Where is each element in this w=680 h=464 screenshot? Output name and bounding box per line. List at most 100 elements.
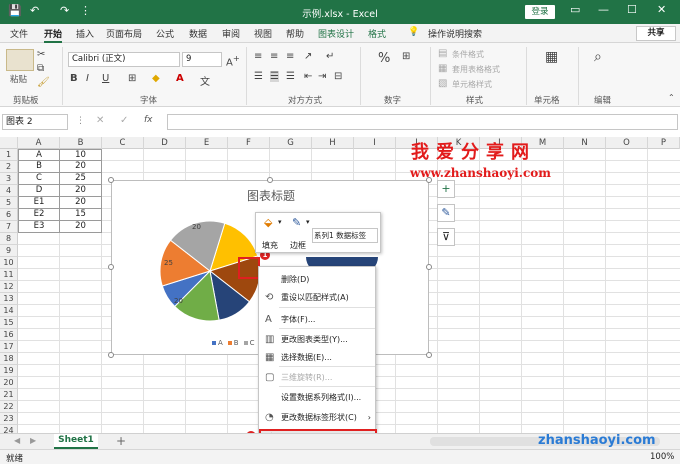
resize-handle[interactable] bbox=[108, 264, 114, 270]
legend-entry[interactable]: C bbox=[243, 339, 255, 347]
underline-icon[interactable]: U bbox=[102, 73, 109, 84]
align-top-icon[interactable]: ≡ bbox=[254, 51, 262, 62]
cancel-icon[interactable]: ✕ bbox=[96, 115, 104, 126]
row-header[interactable]: 20 bbox=[0, 377, 18, 389]
font-size-select[interactable]: 9 bbox=[182, 52, 222, 67]
indent-decrease-icon[interactable]: ⇤ bbox=[304, 71, 312, 82]
table-cell[interactable]: A bbox=[18, 149, 60, 161]
chart-elements-button[interactable]: + bbox=[437, 180, 455, 198]
minimize-icon[interactable]: — bbox=[598, 3, 609, 16]
row-header[interactable]: 5 bbox=[0, 197, 18, 209]
column-header[interactable]: B bbox=[60, 137, 102, 149]
prev-sheet-icon[interactable]: ◀ bbox=[14, 436, 20, 445]
column-header[interactable]: E bbox=[186, 137, 228, 149]
collapse-ribbon-icon[interactable]: ⌃ bbox=[668, 93, 675, 102]
menu-item[interactable]: 设置数据系列格式(I)... bbox=[259, 389, 377, 407]
menu-item[interactable]: ▦ 选择数据(E)... bbox=[259, 349, 377, 367]
tab-review[interactable]: 审阅 bbox=[222, 27, 240, 40]
row-header[interactable]: 6 bbox=[0, 209, 18, 221]
column-header[interactable]: C bbox=[102, 137, 144, 149]
tell-me-search[interactable]: 操作说明搜索 bbox=[428, 27, 482, 40]
table-cell[interactable]: 10 bbox=[60, 149, 102, 161]
chart-legend[interactable]: A B C bbox=[212, 339, 260, 347]
table-cell[interactable]: E1 bbox=[18, 197, 60, 209]
menu-item[interactable]: A 字体(F)... bbox=[259, 311, 377, 329]
select-all-corner[interactable] bbox=[0, 137, 18, 149]
column-header[interactable]: N bbox=[564, 137, 606, 149]
percent-icon[interactable]: % bbox=[378, 51, 390, 66]
fill-color-icon[interactable]: ◆ bbox=[152, 73, 160, 84]
chevron-down-icon[interactable]: ▾ bbox=[278, 218, 282, 226]
column-header[interactable]: I bbox=[354, 137, 396, 149]
tab-view[interactable]: 视图 bbox=[254, 27, 272, 40]
cells-icon[interactable]: ▦ bbox=[545, 49, 558, 65]
row-header[interactable]: 16 bbox=[0, 329, 18, 341]
next-sheet-icon[interactable]: ▶ bbox=[30, 436, 36, 445]
resize-handle[interactable] bbox=[426, 352, 432, 358]
resize-handle[interactable] bbox=[108, 177, 114, 183]
find-icon[interactable]: ⌕ bbox=[594, 49, 602, 65]
resize-handle[interactable] bbox=[267, 177, 273, 183]
formula-input[interactable] bbox=[167, 114, 678, 130]
border-button[interactable]: 边框 bbox=[290, 240, 306, 251]
table-cell[interactable]: B bbox=[18, 161, 60, 173]
table-cell[interactable]: 15 bbox=[60, 209, 102, 221]
row-header[interactable]: 15 bbox=[0, 317, 18, 329]
column-header[interactable]: P bbox=[648, 137, 680, 149]
menu-item[interactable]: 删除(D) bbox=[259, 271, 377, 289]
table-cell[interactable]: 20 bbox=[60, 221, 102, 233]
tab-formulas[interactable]: 公式 bbox=[156, 27, 174, 40]
column-header[interactable]: D bbox=[144, 137, 186, 149]
add-sheet-icon[interactable]: + bbox=[116, 434, 126, 448]
menu-item[interactable]: ◔ 更改数据标签形状(C) › bbox=[259, 409, 377, 427]
close-icon[interactable]: ✕ bbox=[657, 3, 666, 16]
phonetic-icon[interactable]: 文 bbox=[200, 73, 210, 88]
tab-chart-design[interactable]: 图表设计 bbox=[318, 27, 354, 40]
font-name-select[interactable]: Calibri (正文) bbox=[68, 52, 180, 67]
data-label[interactable]: 20 bbox=[192, 223, 201, 231]
cut-icon[interactable]: ✂ bbox=[37, 49, 45, 60]
borders-icon[interactable]: ⊞ bbox=[128, 73, 136, 84]
selected-data-label[interactable] bbox=[238, 257, 260, 279]
align-left-icon[interactable]: ☰ bbox=[254, 71, 263, 82]
font-color-icon[interactable]: A bbox=[176, 73, 184, 84]
align-bottom-icon[interactable]: ≡ bbox=[286, 51, 294, 62]
row-header[interactable]: 1 bbox=[0, 149, 18, 161]
table-cell[interactable]: C bbox=[18, 173, 60, 185]
fill-button[interactable]: 填充 bbox=[262, 240, 278, 251]
more-icon[interactable]: ⋮ bbox=[76, 116, 85, 126]
column-header[interactable]: O bbox=[606, 137, 648, 149]
copy-icon[interactable]: ⧉ bbox=[37, 63, 44, 74]
cell-styles-button[interactable]: 单元格样式 bbox=[452, 79, 492, 90]
row-header[interactable]: 19 bbox=[0, 365, 18, 377]
column-header[interactable]: G bbox=[270, 137, 312, 149]
tab-file[interactable]: 文件 bbox=[10, 27, 28, 40]
grow-font-icon[interactable]: A+ bbox=[226, 53, 240, 68]
table-cell[interactable]: D bbox=[18, 185, 60, 197]
align-right-icon[interactable]: ☰ bbox=[286, 71, 295, 82]
share-button[interactable]: 共享 bbox=[636, 26, 676, 41]
series-select[interactable]: 系列1 数据标签 bbox=[312, 228, 378, 243]
menu-item[interactable]: ▥ 更改图表类型(Y)... bbox=[259, 331, 377, 349]
number-format-icon[interactable]: ⊞ bbox=[402, 51, 410, 62]
chevron-down-icon[interactable]: ▾ bbox=[306, 218, 310, 226]
tab-page-layout[interactable]: 页面布局 bbox=[106, 27, 142, 40]
row-header[interactable]: 9 bbox=[0, 245, 18, 257]
column-header[interactable]: A bbox=[18, 137, 60, 149]
paste-button[interactable]: 粘贴 bbox=[10, 73, 27, 85]
zoom-level[interactable]: 100% bbox=[650, 452, 674, 462]
format-table-button[interactable]: 套用表格格式 bbox=[452, 64, 500, 75]
table-cell[interactable]: E3 bbox=[18, 221, 60, 233]
name-box[interactable]: 图表 2 bbox=[2, 114, 68, 130]
row-header[interactable]: 11 bbox=[0, 269, 18, 281]
row-header[interactable]: 17 bbox=[0, 341, 18, 353]
table-cell[interactable]: 20 bbox=[60, 197, 102, 209]
orientation-icon[interactable]: ↗ bbox=[304, 51, 312, 62]
row-header[interactable]: 4 bbox=[0, 185, 18, 197]
data-label[interactable]: 20 bbox=[174, 297, 183, 305]
fill-icon[interactable]: ⬙ bbox=[264, 216, 272, 229]
align-center-icon[interactable]: ☰ bbox=[270, 71, 279, 82]
legend-entry[interactable]: B bbox=[227, 339, 239, 347]
tab-home[interactable]: 开始 bbox=[44, 27, 63, 43]
row-header[interactable]: 22 bbox=[0, 401, 18, 413]
